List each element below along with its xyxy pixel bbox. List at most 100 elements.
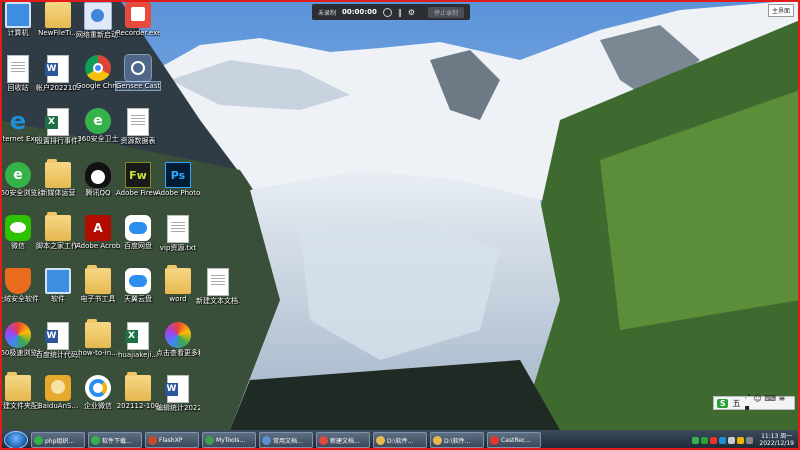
icon-report-doc[interactable]: 编辑统计20220424	[156, 375, 200, 412]
yellowbox-icon	[45, 375, 71, 401]
ime-mode[interactable]: 五	[732, 398, 740, 409]
icon-newfolder-config[interactable]: 新建文件夹配置	[0, 372, 40, 410]
icon-computer[interactable]: 计算机	[0, 2, 40, 37]
desktop-icon-label: 360安全浏览器	[0, 189, 40, 197]
task-common-doc-button[interactable]: 常用文档...	[259, 432, 313, 448]
folder-icon	[45, 159, 71, 188]
tray-update-icon[interactable]	[737, 436, 745, 444]
icon-360-speed-browser[interactable]: 360极速浏览器	[0, 322, 40, 357]
icon-account-doc[interactable]: 帐户2022102...	[36, 55, 80, 92]
icon-internet-explorer[interactable]: eInternet Explorer	[0, 108, 40, 143]
icon-baidu-netdisk[interactable]: 百度网盘	[116, 215, 160, 250]
ime-extra-icons[interactable]: ·˚ ☺ ⌨ ≡ ▪	[744, 394, 791, 412]
folder-icon	[165, 265, 191, 294]
wechat-icon	[5, 215, 31, 241]
icon-google-chrome[interactable]: Google Chrome	[76, 55, 120, 90]
round-green-icon: e	[5, 162, 31, 188]
taskbar-item-label: D:\软件...	[444, 437, 471, 445]
tray-network-icon[interactable]	[719, 436, 727, 444]
task-flashxp-button[interactable]: FlashXP	[145, 432, 199, 448]
icon-security-software[interactable]: 火绒安全软件	[0, 268, 40, 303]
record-button[interactable]	[382, 7, 392, 17]
sogou-ime-icon[interactable]: S	[717, 398, 729, 408]
icon-360-browser[interactable]: e360安全浏览器	[0, 162, 40, 197]
desktop-icon-label: 软件	[51, 295, 65, 303]
icon-enterprise-wechat[interactable]: 企业微信	[76, 375, 120, 410]
task-mytools-button[interactable]: MyTools...	[202, 432, 256, 448]
icon-baiduan[interactable]: BaiduAnS...	[36, 375, 80, 410]
system-clock[interactable]: 11:13 周一 2022/12/19	[759, 433, 794, 447]
icon-qq[interactable]: 腾讯QQ	[76, 162, 120, 197]
icon-howto-folder[interactable]: how-to-in...	[76, 319, 120, 357]
tray-volume-icon[interactable]	[728, 436, 736, 444]
taskbar-item-label: 常用文档...	[273, 437, 303, 445]
icon-software-folder[interactable]: 软件	[36, 268, 80, 303]
icon-recycle-bin[interactable]: 回收站	[0, 55, 40, 92]
clock-time: 11:13 周一	[761, 433, 793, 440]
icon-script-folder[interactable]: 脚本之家工作软件	[36, 212, 80, 250]
icon-2021-folder[interactable]: 202112-100	[116, 372, 160, 410]
taskbar-item-label: php组织...	[45, 437, 75, 445]
icon-tools-folder[interactable]: 电子书工具	[76, 265, 120, 303]
ps-icon: Ps	[165, 162, 191, 188]
icon-wechat[interactable]: 微信	[0, 215, 40, 250]
icon-stats-docx[interactable]: 百度统计代码获取.docx	[36, 322, 80, 359]
start-button[interactable]	[4, 431, 28, 449]
desktop-icon-label: 202112-100	[116, 402, 160, 410]
word-icon	[165, 375, 189, 403]
ime-toolbar[interactable]: S 五 ·˚ ☺ ⌨ ≡ ▪	[713, 394, 795, 412]
stop-recording-button[interactable]: 停止录制	[427, 6, 464, 18]
app-icon	[319, 435, 328, 445]
icon-resource-data[interactable]: 资源数据表	[116, 108, 160, 145]
task-d-software-1-button[interactable]: D:\软件...	[373, 432, 427, 448]
icon-gensee-castrecorder[interactable]: Gensee CastRecorder	[115, 54, 161, 91]
audio-level-icon[interactable]: ‖	[398, 8, 402, 17]
icon-photoshop[interactable]: PsAdobe Photosh...	[156, 162, 200, 197]
tray-flag-icon[interactable]	[746, 436, 754, 444]
desktop-icon-label: Internet Explorer	[0, 135, 40, 143]
icon-view-word[interactable]: 点击查看更多精品word	[156, 322, 200, 357]
desktop-icon-label: Adobe Photosh...	[156, 189, 200, 197]
desktop-icon-label: 微信	[11, 242, 25, 250]
icon-huajiakeji[interactable]: huajiakeji...	[116, 322, 160, 359]
task-software-dl-button[interactable]: 软件下载...	[88, 432, 142, 448]
icon-word-folder[interactable]: word	[156, 265, 200, 303]
clock-date: 2022/12/19	[759, 440, 794, 447]
desktop-icon-label: huajiakeji...	[117, 351, 159, 359]
word-icon	[45, 322, 69, 350]
tray-360-icon[interactable]	[692, 436, 700, 444]
icon-vip-txt[interactable]: vip资源.txt	[156, 215, 200, 252]
task-d-software-2-button[interactable]: D:\软件...	[430, 432, 484, 448]
icon-fireworks[interactable]: FwAdobe Firewor...	[116, 162, 160, 197]
icon-new-txt[interactable]: 新建文本文档.txt	[196, 268, 240, 305]
desktop-icon-label: 点击查看更多精品word	[156, 349, 200, 357]
icon-media-folder[interactable]: 新媒体运营	[36, 159, 80, 197]
desktop-icon-label: NewFileTi...	[38, 29, 78, 37]
desktop-icon-label: 电子书工具	[80, 295, 116, 303]
ie-icon: e	[9, 107, 27, 135]
taskbar-item-label: MyTools...	[216, 436, 246, 444]
tray-recorder-icon[interactable]	[710, 436, 718, 444]
icon-network-bat[interactable]: 网络重新启动.bat	[76, 2, 120, 39]
desktop-icon-label: 设置排行事件表20230xlsx	[36, 137, 80, 145]
folder-icon	[85, 319, 111, 348]
desktop-icon-label: 新媒体运营	[40, 189, 76, 197]
task-new-doc-button[interactable]: 新建文档...	[316, 432, 370, 448]
icon-acrobat[interactable]: AAdobe Acrobat DC	[76, 215, 120, 250]
icon-excel-sheet[interactable]: 设置排行事件表20230xlsx	[36, 108, 80, 145]
main-interface-button[interactable]: 主界面	[767, 4, 794, 17]
recording-status: 未录制	[318, 9, 337, 17]
task-php-button[interactable]: php组织...	[31, 432, 85, 448]
folder-icon	[85, 265, 111, 294]
icon-tianyi-cloud[interactable]: 天翼云盘	[116, 268, 160, 303]
app-icon	[490, 435, 499, 445]
icon-recorder-exe[interactable]: Recorder.exe	[116, 2, 160, 37]
task-castrec-button[interactable]: CastRec...	[487, 432, 541, 448]
app-icon	[262, 435, 271, 445]
icon-360-guard[interactable]: e 360安全卫士	[76, 108, 120, 143]
icon-newfile[interactable]: NewFileTi...	[36, 0, 80, 37]
tray-ime-icon[interactable]	[701, 436, 709, 444]
desktop-icon-label: Recorder.exe	[116, 29, 160, 37]
desktop-icon-label: 火绒安全软件	[0, 295, 39, 303]
settings-gear-icon[interactable]: ⚙	[408, 8, 415, 17]
